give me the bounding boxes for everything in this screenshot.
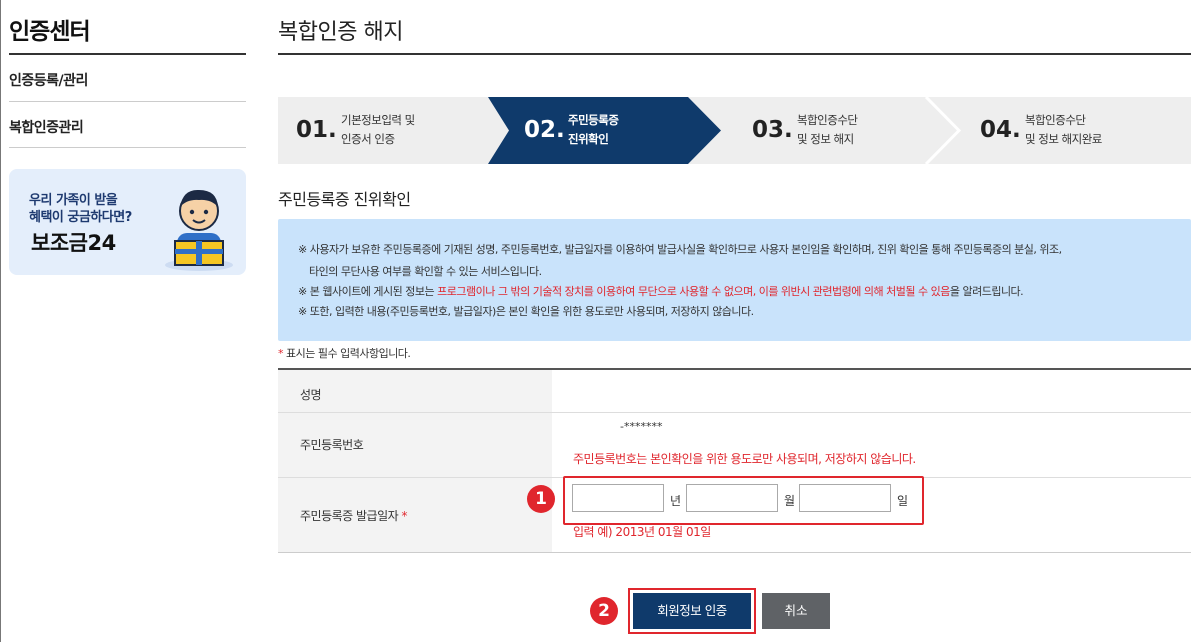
mascot-with-gift-icon: [165, 189, 233, 271]
notice-warning-text: 프로그램이나 그 밖의 기술적 장치를 이용하여 무단으로 사용할 수 없으며,…: [437, 285, 950, 298]
step-label-line2: 및 정보 해지완료: [1025, 132, 1102, 146]
notice-box: ※ 사용자가 보유한 주민등록증에 기재된 성명, 주민등록번호, 발급일자를 …: [278, 219, 1191, 341]
step-label-line1: 기본정보입력 및: [341, 113, 415, 127]
label-name: 성명: [300, 388, 322, 402]
sidebar-item-cert-register[interactable]: 인증등록/관리: [9, 70, 88, 90]
year-unit: 년: [670, 494, 682, 508]
issue-year-input[interactable]: [572, 484, 664, 512]
sidebar-title: 인증센터: [9, 19, 91, 45]
step-number: 02.: [524, 117, 565, 143]
step-label-line2: 및 정보 해지: [797, 132, 854, 146]
sidebar-divider: [9, 147, 246, 148]
step-number: 03.: [752, 117, 793, 143]
cancel-button[interactable]: 취소: [762, 593, 830, 629]
required-note-text: 표시는 필수 입력사항입니다.: [286, 347, 411, 360]
notice-text: ※ 본 웹사이트에 게시된 정보는: [298, 285, 438, 298]
verify-member-button[interactable]: 회원정보 인증: [633, 593, 751, 629]
sidebar-divider: [9, 101, 246, 102]
step-04: 04. 복합인증수단 및 정보 해지완료: [968, 97, 1188, 164]
label-rrn: 주민등록번호: [300, 438, 364, 452]
step-02-active: 02. 주민등록증 진위확인: [508, 97, 718, 164]
step-number: 04.: [980, 117, 1021, 143]
banner-line2: 혜택이 궁금하다면?: [29, 210, 132, 225]
banner-brand: 보조금24: [31, 231, 116, 255]
row-divider: [278, 412, 1191, 413]
step-label-line1: 복합인증수단: [797, 113, 858, 127]
page-title: 복합인증 해지: [278, 20, 403, 45]
issue-day-input[interactable]: [799, 484, 891, 512]
step-label-line2: 진위확인: [568, 132, 609, 146]
sidebar-title-divider: [9, 53, 246, 55]
title-divider: [278, 53, 1191, 55]
step-01: 01. 기본정보입력 및 인증서 인증: [278, 97, 488, 164]
notice-line: 타인의 무단사용 여부를 확인할 수 있는 서비스입니다.: [309, 265, 542, 278]
annotation-badge-2: 2: [590, 597, 618, 625]
annotation-badge-1: 1: [527, 485, 555, 513]
day-unit: 일: [897, 494, 909, 508]
notice-line: ※ 사용자가 보유한 주민등록증에 기재된 성명, 주민등록번호, 발급일자를 …: [298, 243, 1062, 256]
notice-text: 을 알려드립니다.: [949, 285, 1024, 298]
notice-line-warning: ※ 본 웹사이트에 게시된 정보는 프로그램이나 그 밖의 기술적 장치를 이용…: [298, 283, 1024, 299]
step-label-line1: 주민등록증: [568, 113, 619, 127]
date-example: 입력 예) 2013년 01월 01일: [573, 525, 711, 539]
required-note: * 표시는 필수 입력사항입니다.: [278, 345, 411, 361]
step-03: 03. 복합인증수단 및 정보 해지: [738, 97, 938, 164]
sidebar-item-complex-auth[interactable]: 복합인증관리: [9, 117, 84, 137]
required-mark: *: [401, 509, 408, 523]
rrn-warning: 주민등록번호는 본인확인을 위한 용도로만 사용되며, 저장하지 않습니다.: [573, 452, 916, 466]
rrn-masked-value: -*******: [620, 420, 663, 433]
label-issue-date: 주민등록증 발급일자 *: [300, 507, 407, 524]
step-number: 01.: [296, 117, 337, 143]
issue-month-input[interactable]: [686, 484, 778, 512]
progress-steps: 01. 기본정보입력 및 인증서 인증 02. 주민등록증 진위확인 03. 복…: [278, 97, 1191, 164]
step-label-line2: 인증서 인증: [341, 132, 395, 146]
window-left-border: [0, 0, 1, 642]
label-issue-date-text: 주민등록증 발급일자: [300, 509, 399, 523]
month-unit: 월: [784, 494, 796, 508]
subsidy24-banner[interactable]: 우리 가족이 받을 혜택이 궁금하다면? 보조금24: [9, 169, 246, 275]
section-title: 주민등록증 진위확인: [278, 190, 411, 209]
step-label-line1: 복합인증수단: [1025, 113, 1086, 127]
notice-line: ※ 또한, 입력한 내용(주민등록번호, 발급일자)은 본인 확인을 위한 용도…: [298, 305, 754, 318]
required-mark: *: [278, 347, 284, 360]
